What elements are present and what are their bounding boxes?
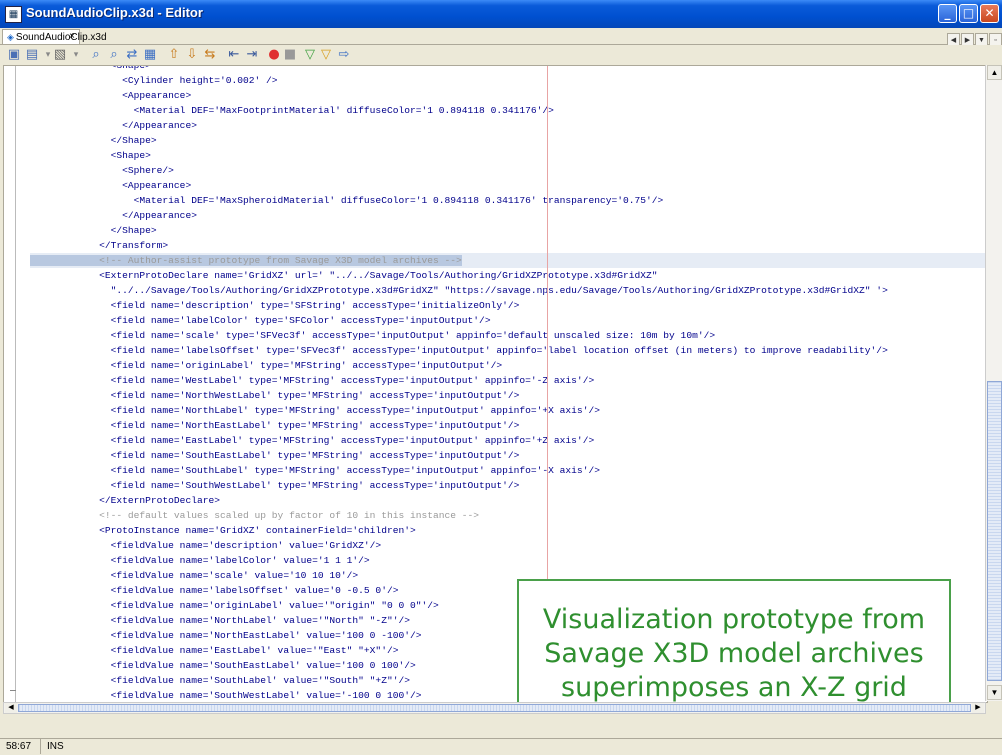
vertical-scroll-thumb[interactable] xyxy=(987,381,1002,681)
title-bar[interactable]: ▦ SoundAudioClip.x3d - Editor _ □ ✕ xyxy=(0,0,1002,28)
tab-close-icon[interactable]: × xyxy=(69,30,75,44)
horizontal-scroll-thumb[interactable] xyxy=(18,704,971,712)
code-line[interactable]: <fieldValue name='NorthLabel' value='"No… xyxy=(30,613,410,628)
code-line[interactable]: <fieldValue name='NorthEastLabel' value=… xyxy=(30,628,422,643)
x3d-file-icon: ◈ xyxy=(7,32,14,42)
callout-line: Savage X3D model archives xyxy=(544,638,924,669)
tab-soundaudioclip[interactable]: ◈ SoundAudioClip.x3d × xyxy=(2,29,107,44)
code-line[interactable]: <fieldValue name='SouthWestLabel' value=… xyxy=(30,688,422,702)
fold-gutter[interactable] xyxy=(4,66,28,702)
code-line[interactable]: <!-- Author-assist prototype from Savage… xyxy=(30,253,987,268)
code-line[interactable]: <Material DEF='MaxSpheroidMaterial' diff… xyxy=(30,193,664,208)
code-line[interactable]: <field name='originLabel' type='MFString… xyxy=(30,358,503,373)
previous-error-icon[interactable]: ▽ xyxy=(302,47,318,63)
code-editor[interactable]: <Shape> <Cylinder height='0.002' /> <App… xyxy=(3,65,988,703)
tab-label: SoundAudioClip.x3d xyxy=(15,32,107,43)
app-icon: ▦ xyxy=(5,6,22,23)
scroll-left-icon[interactable]: ◀ xyxy=(5,703,17,713)
code-line[interactable]: "../../Savage/Tools/Authoring/GridXZProt… xyxy=(30,283,888,298)
horizontal-scrollbar[interactable]: ◀ ▶ xyxy=(3,702,986,714)
code-line[interactable]: <field name='NorthWestLabel' type='MFStr… xyxy=(30,388,520,403)
code-line[interactable]: <Shape> xyxy=(30,66,151,73)
code-line[interactable]: <fieldValue name='SouthEastLabel' value=… xyxy=(30,658,416,673)
code-line[interactable]: <fieldValue name='description' value='Gr… xyxy=(30,538,382,553)
code-line[interactable]: <Appearance> xyxy=(30,178,191,193)
code-line[interactable]: <fieldValue name='labelsOffset' value='0… xyxy=(30,583,399,598)
code-line[interactable]: <fieldValue name='originLabel' value='"o… xyxy=(30,598,439,613)
code-line[interactable]: <field name='EastLabel' type='MFString' … xyxy=(30,433,595,448)
window-title: SoundAudioClip.x3d - Editor xyxy=(26,5,203,20)
code-line[interactable]: <ExternProtoDeclare name='GridXZ' url=' … xyxy=(30,268,657,283)
code-line[interactable]: <fieldValue name='scale' value='10 10 10… xyxy=(30,568,359,583)
code-line[interactable]: <fieldValue name='labelColor' value='1 1… xyxy=(30,553,370,568)
vertical-scrollbar[interactable]: ▲ ▼ xyxy=(985,65,1002,701)
insert-mode-indicator: INS xyxy=(40,739,64,754)
start-macro-icon[interactable]: ● xyxy=(266,47,282,63)
code-line[interactable]: <fieldValue name='SouthLabel' value='"So… xyxy=(30,673,410,688)
code-line[interactable]: <field name='SouthWestLabel' type='MFStr… xyxy=(30,478,520,493)
code-line[interactable]: <Material DEF='MaxFootprintMaterial' dif… xyxy=(30,103,554,118)
find-previous-icon[interactable]: ⌕ xyxy=(106,47,122,63)
code-line[interactable]: <field name='SouthLabel' type='MFString'… xyxy=(30,463,600,478)
toggle-bookmark-icon[interactable]: ⇆ xyxy=(202,47,218,63)
code-line[interactable]: <field name='description' type='SFString… xyxy=(30,298,520,313)
code-line[interactable]: <field name='labelsOffset' type='SFVec3f… xyxy=(30,343,888,358)
find-next-icon[interactable]: ⇄ xyxy=(124,47,140,63)
code-line[interactable]: <Appearance> xyxy=(30,88,191,103)
shift-right-icon[interactable]: ⇥ xyxy=(244,47,260,63)
code-line[interactable]: <field name='NorthEastLabel' type='MFStr… xyxy=(30,418,520,433)
save-icon[interactable]: ▤ xyxy=(24,47,40,63)
comment-text: <!-- default values scaled up by factor … xyxy=(30,510,480,521)
code-line[interactable]: <ProtoInstance name='GridXZ' containerFi… xyxy=(30,523,416,538)
annotation-callout: Visualization prototype from Savage X3D m… xyxy=(517,579,951,703)
next-bookmark-icon[interactable]: ⇩ xyxy=(184,47,200,63)
code-line[interactable]: </ExternProtoDeclare> xyxy=(30,493,220,508)
callout-line: superimposes an X-Z grid xyxy=(561,672,907,703)
code-line[interactable]: <field name='scale' type='SFVec3f' acces… xyxy=(30,328,716,343)
stop-macro-icon[interactable]: ■ xyxy=(282,47,298,63)
code-line[interactable]: </Shape> xyxy=(30,223,157,238)
next-error-icon[interactable]: ▽ xyxy=(318,47,334,63)
code-line[interactable]: <field name='SouthEastLabel' type='MFStr… xyxy=(30,448,520,463)
code-line[interactable]: </Appearance> xyxy=(30,118,197,133)
editor-toolbar: ▣ ▤ ▾ ▧ ▾ ⌕ ⌕ ⇄ ▦ ⇧ ⇩ ⇆ ⇤ ⇥ ● ■ ▽ ▽ ⇨ xyxy=(0,45,1002,65)
code-line[interactable]: <Cylinder height='0.002' /> xyxy=(30,73,277,88)
scroll-down-icon[interactable]: ▼ xyxy=(987,685,1002,700)
cursor-position: 58:67 xyxy=(6,741,32,752)
callout-line: Visualization prototype from xyxy=(542,604,926,635)
minimize-button[interactable]: _ xyxy=(938,4,957,23)
code-line[interactable]: <!-- default values scaled up by factor … xyxy=(30,508,479,523)
code-line[interactable]: <fieldValue name='EastLabel' value='"Eas… xyxy=(30,643,399,658)
redo-icon[interactable]: ▾ xyxy=(68,47,84,63)
find-icon[interactable]: ⌕ xyxy=(88,47,104,63)
comment-text: <!-- Author-assist prototype from Savage… xyxy=(30,255,462,266)
close-button[interactable]: ✕ xyxy=(980,4,999,23)
code-line[interactable]: <Sphere/> xyxy=(30,163,174,178)
scroll-up-icon[interactable]: ▲ xyxy=(987,65,1002,80)
new-icon[interactable]: ▣ xyxy=(6,47,22,63)
code-line[interactable]: </Transform> xyxy=(30,238,168,253)
maximize-button[interactable]: □ xyxy=(959,4,978,23)
fold-line xyxy=(15,66,16,702)
previous-bookmark-icon[interactable]: ⇧ xyxy=(166,47,182,63)
code-line[interactable]: <Shape> xyxy=(30,148,151,163)
scroll-right-icon[interactable]: ▶ xyxy=(972,703,984,713)
code-line[interactable]: <field name='labelColor' type='SFColor' … xyxy=(30,313,491,328)
code-line[interactable]: </Appearance> xyxy=(30,208,197,223)
shift-left-icon[interactable]: ⇤ xyxy=(226,47,242,63)
toggle-highlight-icon[interactable]: ▦ xyxy=(142,47,158,63)
code-line[interactable]: <field name='NorthLabel' type='MFString'… xyxy=(30,403,600,418)
code-line[interactable]: </Shape> xyxy=(30,133,157,148)
run-icon[interactable]: ⇨ xyxy=(336,47,352,63)
fold-end-marker xyxy=(10,690,16,691)
status-bar: 58:67 INS xyxy=(0,738,1002,755)
code-line[interactable]: <field name='WestLabel' type='MFString' … xyxy=(30,373,595,388)
undo-icon[interactable]: ▧ xyxy=(52,47,68,63)
editor-tab-row: ◈ SoundAudioClip.x3d × ◀ ▶ ▼ ▫ xyxy=(0,28,1002,48)
